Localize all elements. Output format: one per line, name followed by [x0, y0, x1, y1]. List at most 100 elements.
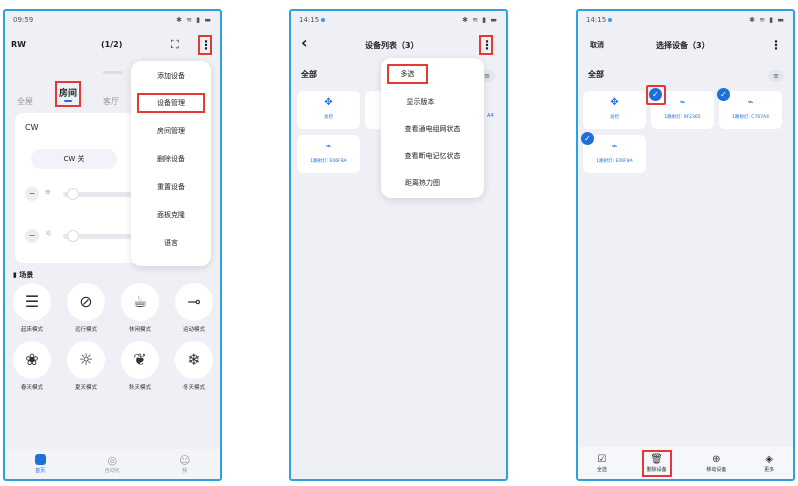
- temperature-slider-handle[interactable]: [67, 230, 79, 242]
- device-label: 总控: [610, 115, 619, 120]
- menu-panel-clone[interactable]: 面板克隆: [131, 210, 211, 220]
- menu-room-management[interactable]: 房间管理: [131, 126, 211, 136]
- scene-label: 休闲模式: [128, 327, 151, 333]
- device-label: 总控: [324, 115, 333, 120]
- status-bar: 14:15 ✱ ≋ ▮ ▬: [586, 14, 785, 26]
- home-name[interactable]: RW: [11, 40, 26, 49]
- menu-show-version[interactable]: 显示版本: [357, 97, 484, 107]
- master-control-icon: ✥: [610, 97, 619, 108]
- more-menu-button[interactable]: ⋮: [770, 38, 782, 52]
- temperature-minus-button[interactable]: −: [25, 229, 39, 243]
- move-device-button[interactable]: ⊕ 移动设备: [703, 452, 729, 475]
- scene-label: 春天模式: [20, 385, 43, 391]
- device-card-master[interactable]: ✥ 总控: [297, 91, 360, 129]
- scene-autumn[interactable]: ❦ 秋天模式: [117, 341, 163, 391]
- tab-all[interactable]: 全屋: [17, 96, 33, 107]
- back-icon[interactable]: ‹: [301, 33, 308, 52]
- status-bar: 09:59 ✱ ≋ ▮ ▬: [13, 14, 212, 26]
- scene-sport[interactable]: ⊸ 运动模式: [171, 283, 217, 333]
- view-toggle-icon[interactable]: ≡: [768, 70, 784, 82]
- section-all: 全部: [301, 70, 317, 79]
- scan-icon[interactable]: ⛶: [171, 38, 179, 52]
- system-icons: ✱ ≋ ▮ ▬: [462, 16, 498, 24]
- tab-room[interactable]: 房间: [55, 81, 82, 107]
- menu-add-device[interactable]: 添加设备: [131, 71, 211, 81]
- scene-label: 远行模式: [74, 327, 97, 333]
- move-icon: ⊕: [712, 453, 721, 465]
- scene-label: 夏天模式: [74, 385, 97, 391]
- device-label: 1路射灯: E06F8A: [596, 159, 633, 164]
- page-title: 选择设备（3）: [656, 41, 710, 50]
- menu-view-power-memory-status[interactable]: 查看断电记忆状态: [381, 151, 484, 161]
- temperature-icon: ☼: [45, 229, 53, 238]
- menu-device-management[interactable]: 设备管理: [137, 93, 205, 113]
- scene-wakeup[interactable]: ☰ 起床模式: [9, 283, 55, 333]
- section-all: 全部: [588, 70, 604, 79]
- menu-distance-heatmap[interactable]: 距离热力图: [361, 178, 484, 188]
- scene-label: 运动模式: [182, 327, 205, 333]
- scene-label: 冬天模式: [182, 385, 205, 391]
- status-time: 14:15: [299, 16, 326, 24]
- nav-me[interactable]: ☺ 我: [179, 454, 190, 474]
- bottom-nav: 首页 ◎ 自动化 ☺ 我: [5, 449, 220, 479]
- card-title: CW: [25, 123, 39, 132]
- menu-multi-select[interactable]: 多选: [387, 64, 428, 84]
- drag-handle: [103, 71, 123, 74]
- checkmark-icon[interactable]: ✓: [581, 132, 594, 145]
- nav-automation[interactable]: ◎ 自动化: [105, 454, 120, 474]
- home-icon: [34, 454, 46, 467]
- scene-leisure[interactable]: ☕ 休闲模式: [117, 283, 163, 333]
- scene-summer[interactable]: ☼ 夏天模式: [63, 341, 109, 391]
- cancel-button[interactable]: 取消: [590, 40, 604, 50]
- scene-winter[interactable]: ❄ 冬天模式: [171, 341, 217, 391]
- screen-select-devices: 14:15 ✱ ≋ ▮ ▬ 取消 选择设备（3） ⋮ 全部 ≡ ✥ 总控 ⌁ 1…: [576, 9, 795, 481]
- trash-icon: 🗑: [650, 453, 663, 465]
- scene-spring[interactable]: ❀ 春天模式: [9, 341, 55, 391]
- checkmark-icon[interactable]: ✓: [649, 88, 662, 101]
- menu-view-network-status[interactable]: 查看通电组网状态: [381, 124, 484, 134]
- menu-reset-device[interactable]: 重置设备: [131, 182, 211, 192]
- scene-section-title: ▮ 场景: [13, 271, 34, 279]
- device-label: 1路射灯: 9F2365: [664, 115, 701, 120]
- status-bar: 14:15 ✱ ≋ ▮ ▬: [299, 14, 498, 26]
- menu-delete-device[interactable]: 删除设备: [131, 154, 211, 164]
- scene-icon: ☕: [121, 283, 159, 321]
- scene-icon: ❄: [175, 341, 213, 379]
- header: RW (1/2) ⛶ ⋮: [5, 33, 220, 57]
- delete-device-button[interactable]: 🗑 删除设备: [641, 449, 672, 477]
- menu-language[interactable]: 语言: [131, 238, 211, 248]
- scene-icon: ⊸: [175, 283, 213, 321]
- device-label: 1路射灯: C767A4: [732, 115, 769, 120]
- nav-home[interactable]: 首页: [34, 454, 46, 474]
- select-all-icon: ☑: [597, 453, 607, 465]
- profile-icon: ☺: [178, 454, 191, 467]
- more-menu-button[interactable]: ⋮: [198, 35, 212, 55]
- more-button[interactable]: ◈ 更多: [761, 452, 777, 475]
- bottom-action-bar: ☑ 全选 🗑 删除设备 ⊕ 移动设备 ◈ 更多: [578, 447, 793, 479]
- page-indicator: (1/2): [101, 40, 123, 49]
- brightness-icon: ≡: [45, 188, 51, 196]
- spotlight-icon: ⌁: [325, 141, 332, 152]
- layers-icon: ◈: [765, 453, 773, 465]
- more-menu: 多选 显示版本 查看通电组网状态 查看断电记忆状态 距离热力图: [381, 58, 484, 198]
- cw-toggle-button[interactable]: CW 关: [31, 149, 117, 169]
- tab-living-room[interactable]: 客厅: [103, 96, 119, 107]
- brightness-minus-button[interactable]: −: [25, 187, 39, 201]
- scene-travel[interactable]: ⊘ 远行模式: [63, 283, 109, 333]
- scene-label: 秋天模式: [128, 385, 151, 391]
- system-icons: ✱ ≋ ▮ ▬: [749, 16, 785, 24]
- status-time: 14:15: [586, 16, 613, 24]
- page-title: 设备列表（3）: [365, 41, 419, 50]
- device-card-master[interactable]: ✥ 总控: [583, 91, 646, 129]
- system-icons: ✱ ≋ ▮ ▬: [176, 16, 212, 24]
- status-time: 09:59: [13, 16, 34, 24]
- brightness-slider-handle[interactable]: [67, 188, 79, 200]
- checkmark-icon[interactable]: ✓: [717, 88, 730, 101]
- scene-icon: ☰: [13, 283, 51, 321]
- automation-icon: ◎: [107, 454, 118, 467]
- device-card-spotlight-e06f8a[interactable]: ⌁ 1路射灯: E06F8A: [297, 135, 360, 173]
- master-control-icon: ✥: [324, 97, 333, 108]
- select-all-button[interactable]: ☑ 全选: [594, 452, 610, 475]
- scene-icon: ❦: [121, 341, 159, 379]
- more-menu-button[interactable]: ⋮: [479, 35, 493, 55]
